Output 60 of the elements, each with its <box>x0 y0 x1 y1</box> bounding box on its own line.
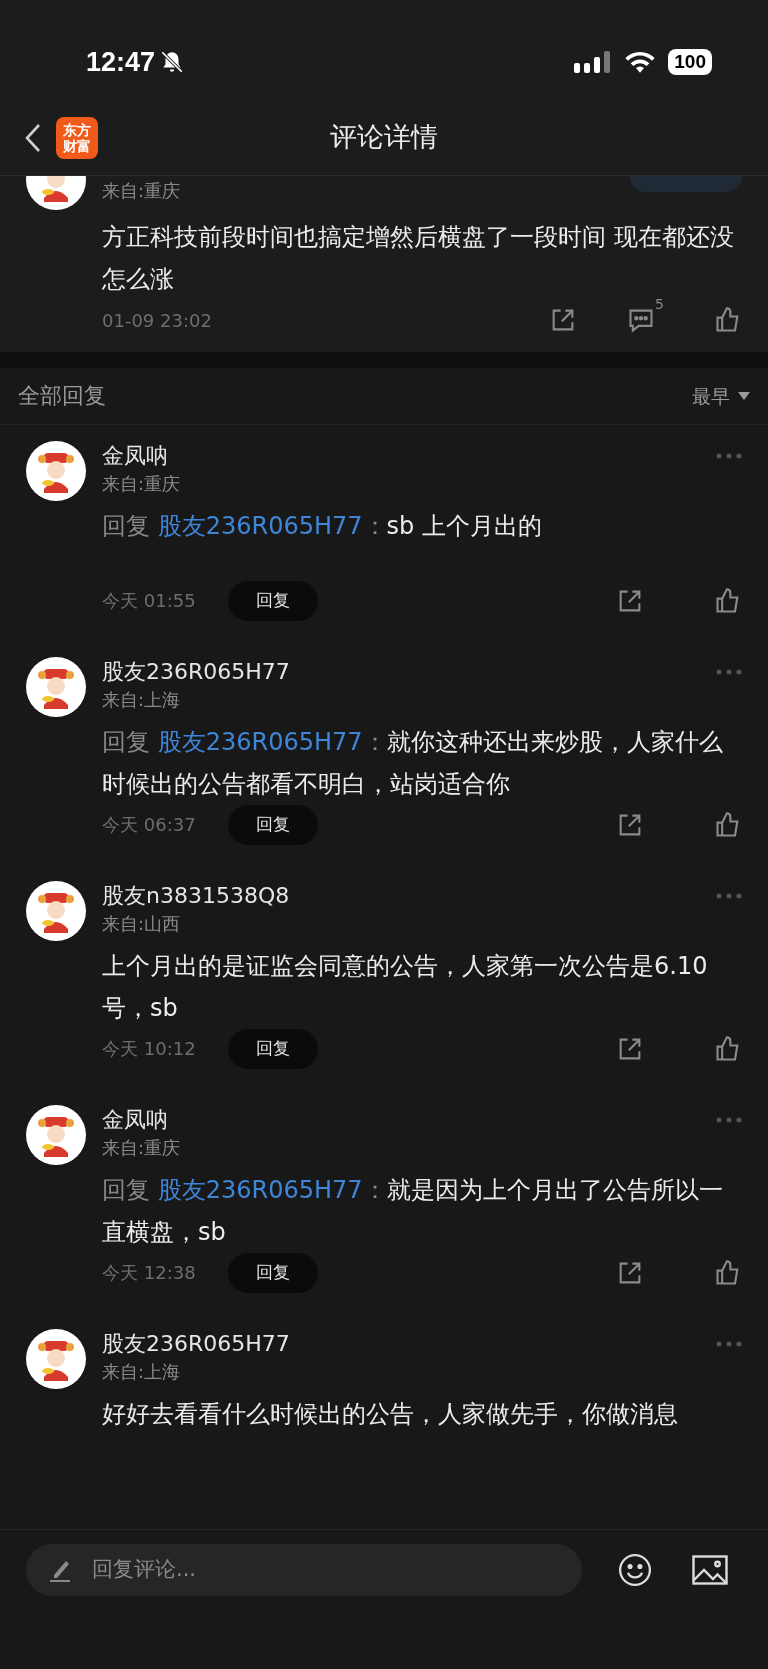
timestamp: 今天 01:55 <box>102 589 197 614</box>
comment-text: 好好去看看什么时候出的公告，人家做先手，你做消息 <box>102 1398 679 1430</box>
back-icon[interactable] <box>24 122 42 153</box>
section-title: 全部回复 <box>18 382 106 411</box>
comment-text: 方正科技前段时间也搞定增然后横盘了一段时间 现在都还没怎么涨 <box>102 222 735 295</box>
more-icon[interactable] <box>716 892 742 899</box>
reply-button[interactable]: 回复 <box>228 1252 318 1293</box>
more-icon[interactable] <box>716 668 742 675</box>
thumbs-up-icon[interactable] <box>714 306 742 335</box>
location-text: 来自:上海 <box>102 687 181 712</box>
location-text: 来自:重庆 <box>102 471 181 496</box>
timestamp: 今天 10:12 <box>102 1037 197 1062</box>
avatar <box>26 880 86 941</box>
avatar <box>26 1104 86 1165</box>
wifi-icon <box>624 50 657 74</box>
location-text: 来自:山西 <box>102 911 181 936</box>
reply-button[interactable]: 回复 <box>228 804 318 845</box>
signal-icon <box>574 51 613 73</box>
caret-icon <box>738 391 750 400</box>
reply-field[interactable]: 回复评论... <box>92 1554 558 1586</box>
reply-button[interactable]: 回复 <box>228 1028 318 1069</box>
thumbs-up-icon[interactable] <box>714 810 742 839</box>
location-text: 来自:重庆 <box>102 1135 181 1160</box>
thumbs-up-icon[interactable] <box>714 1258 742 1287</box>
comment-text: 上个月出的是证监会同意的公告，人家第一次公告是6.10号，sb <box>102 950 709 1024</box>
app-logo: 东方 财富 <box>56 116 98 159</box>
timestamp: 01-09 23:02 <box>102 308 212 333</box>
mention-link[interactable]: 股友236R065H77 <box>157 1175 363 1204</box>
avatar <box>26 656 86 717</box>
sort-dropdown[interactable]: 最早 <box>692 381 750 411</box>
image-icon[interactable] <box>692 1555 728 1585</box>
reply-button[interactable]: 回复 <box>228 580 318 621</box>
timestamp: 今天 06:37 <box>102 813 197 838</box>
reply-count: 5 <box>655 295 664 315</box>
thumbs-up-icon[interactable] <box>714 586 742 615</box>
author-name[interactable]: 金凤呐 <box>102 1104 168 1135</box>
page-title: 评论详情 <box>330 120 438 155</box>
comment-text: 回复 股友236R065H77：sb 上个月出的 <box>102 510 543 542</box>
comment-text: 回复 股友236R065H77：就是因为上个月出了公告所以一直横盘，sb <box>102 1174 724 1248</box>
location-text: 来自:上海 <box>102 1359 181 1384</box>
status-time: 12:47 <box>86 45 156 79</box>
more-icon[interactable] <box>716 1116 742 1123</box>
author-name[interactable]: 金凤呐 <box>102 440 168 471</box>
more-icon[interactable] <box>716 452 742 459</box>
author-name[interactable]: 股友236R065H77 <box>102 656 290 687</box>
location-text: 来自:重庆 <box>102 179 181 203</box>
more-icon[interactable] <box>716 1340 742 1347</box>
mention-link[interactable]: 股友236R065H77 <box>157 727 363 756</box>
timestamp: 今天 12:38 <box>102 1261 197 1286</box>
mention-link[interactable]: 股友236R065H77 <box>157 511 363 540</box>
avatar <box>26 440 86 501</box>
emoji-icon[interactable] <box>618 1553 652 1587</box>
battery-indicator: 100 <box>668 49 712 75</box>
author-name[interactable]: 股友236R065H77 <box>102 1328 290 1359</box>
comment-text: 回复 股友236R065H77：就你这种还出来炒股，人家什么时候出的公告都看不明白，站岗适合你 <box>102 726 724 800</box>
reply-input[interactable]: 回复评论... <box>26 1544 582 1596</box>
bell-off-icon <box>159 49 186 75</box>
author-name[interactable]: 股友n3831538Q8 <box>102 880 290 911</box>
thumbs-up-icon[interactable] <box>714 1034 742 1063</box>
avatar <box>26 1328 86 1389</box>
